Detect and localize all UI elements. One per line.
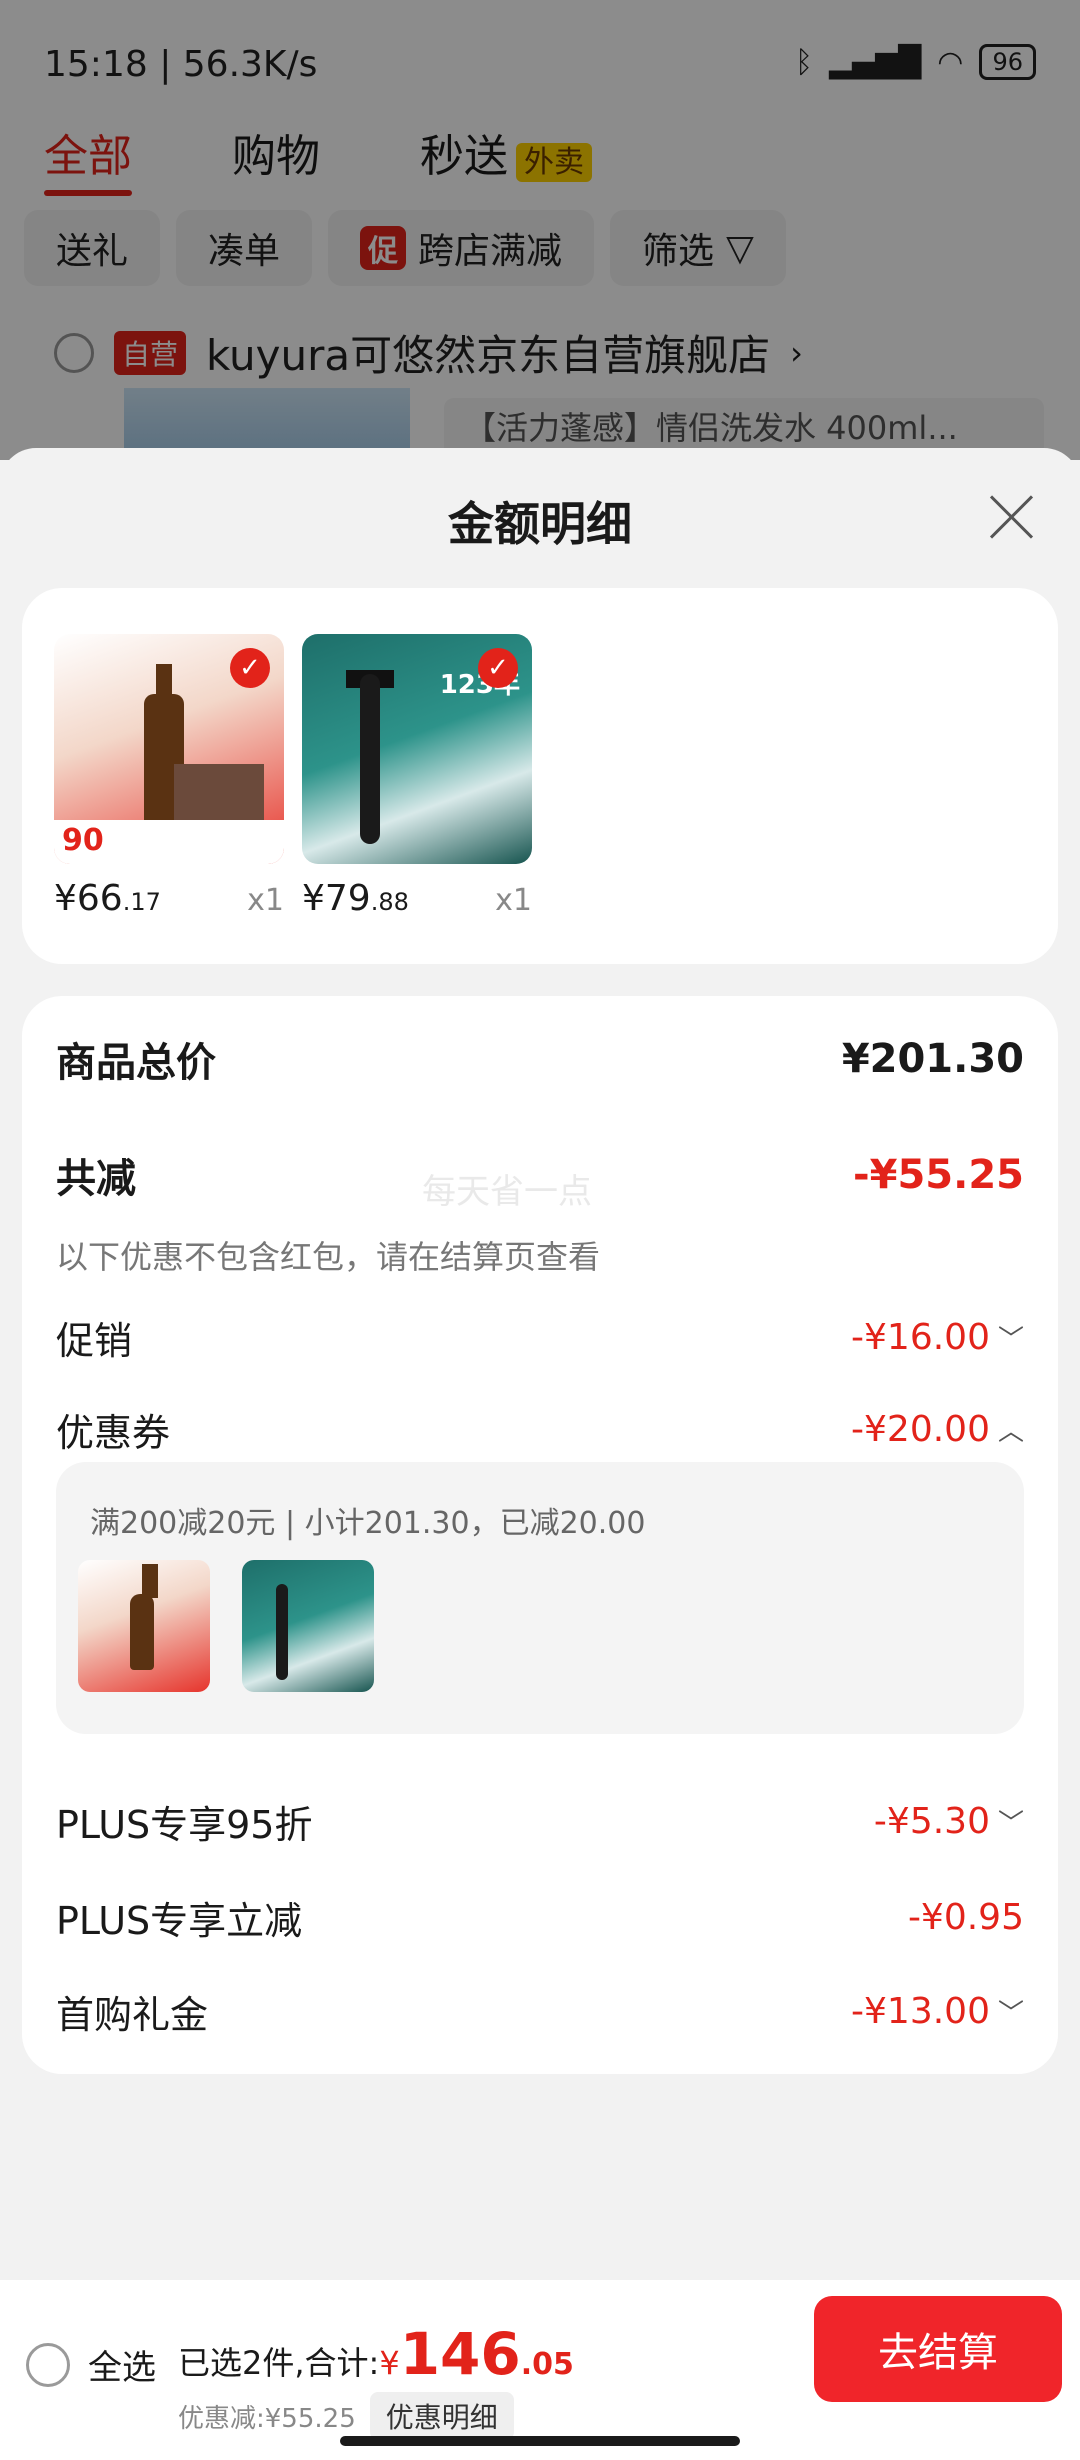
plus-discount-row[interactable]: PLUS专享95折 -¥5.30 ﹀ (56, 1786, 1024, 1856)
total-summary: 已选2件,合计:¥146.05 (178, 2320, 574, 2388)
coupon-detail-box: 满200减20元 | 小计201.30，已减20.00 (56, 1462, 1024, 1734)
checked-icon: ✓ (230, 648, 270, 688)
coupon-text: 满200减20元 | 小计201.30，已减20.00 (90, 1506, 646, 1541)
total-value: ¥201.30 (841, 1036, 1024, 1082)
coupon-row[interactable]: 优惠券 -¥20.00 ︿ (56, 1394, 1024, 1464)
reduction-label: 共减 (56, 1156, 136, 1202)
product-image: 123年 ✓ (302, 634, 532, 864)
first-purchase-row[interactable]: 首购礼金 -¥13.00 ﹀ (56, 1976, 1024, 2046)
reduction-value: -¥55.25 (853, 1152, 1024, 1198)
plus-instant-row: PLUS专享立减 -¥0.95 (56, 1896, 1024, 1943)
price-detail-card: 商品总价 ¥201.30 每天省一点 共减 -¥55.25 以下优惠不包含红包，… (22, 996, 1058, 2074)
chevron-up-icon: ︿ (997, 1416, 1024, 1447)
product-qty: x1 (495, 883, 532, 918)
select-all-radio[interactable] (26, 2342, 70, 2387)
select-all-label: 全选 (88, 2348, 156, 2388)
checkout-button[interactable]: 去结算 (814, 2296, 1062, 2402)
checked-icon: ✓ (478, 648, 518, 688)
discount-note: 以下优惠不包含红包，请在结算页查看 (56, 1238, 601, 1276)
chevron-down-icon: ﹀ (997, 1808, 1024, 1839)
total-label: 商品总价 (56, 1040, 216, 1086)
checkout-bar: 全选 已选2件,合计:¥146.05 优惠减:¥55.25 优惠明细 去结算 (0, 2280, 1080, 2460)
beer-bottle-shape (130, 1564, 158, 1670)
product-item[interactable]: ✓ 90 ¥66.17 x1 (54, 634, 284, 919)
promotion-row[interactable]: 促销 -¥16.00 ﹀ (56, 1302, 1024, 1372)
dim-overlay[interactable] (0, 0, 1080, 460)
sheet-title: 金额明细 (448, 497, 632, 551)
product-item[interactable]: 123年 ✓ ¥79.88 x1 (302, 634, 532, 919)
close-icon[interactable] (986, 492, 1036, 542)
product-price: ¥79.88 x1 (302, 878, 532, 919)
beer-crate-shape (174, 764, 264, 824)
select-all[interactable]: 全选 (26, 2340, 156, 2389)
selected-products-card: ✓ 90 ¥66.17 x1 123年 ✓ ¥79.88 x1 (22, 588, 1058, 964)
coupon-product-thumb (78, 1560, 210, 1692)
discount-detail-button[interactable]: 优惠明细 (369, 2392, 514, 2440)
product-qty: x1 (247, 883, 284, 918)
razor-handle-shape (276, 1584, 288, 1680)
product-image: ✓ 90 (54, 634, 284, 864)
discount-summary: 优惠减:¥55.25 优惠明细 (178, 2392, 514, 2440)
chevron-down-icon: ﹀ (997, 1324, 1024, 1355)
product-price: ¥66.17 x1 (54, 878, 284, 919)
price-badge: 90 (54, 820, 284, 864)
total-price-row: 商品总价 ¥201.30 (56, 1024, 1024, 1094)
home-indicator[interactable] (340, 2436, 740, 2446)
coupon-product-thumb (242, 1560, 374, 1692)
amount-detail-sheet: 金额明细 ✓ 90 ¥66.17 x1 123年 ✓ ¥79.88 x1 商品总… (0, 448, 1080, 2460)
total-reduction-row: 共减 -¥55.25 (56, 1140, 1024, 1210)
chevron-down-icon: ﹀ (997, 1998, 1024, 2029)
razor-handle-shape (360, 674, 380, 844)
